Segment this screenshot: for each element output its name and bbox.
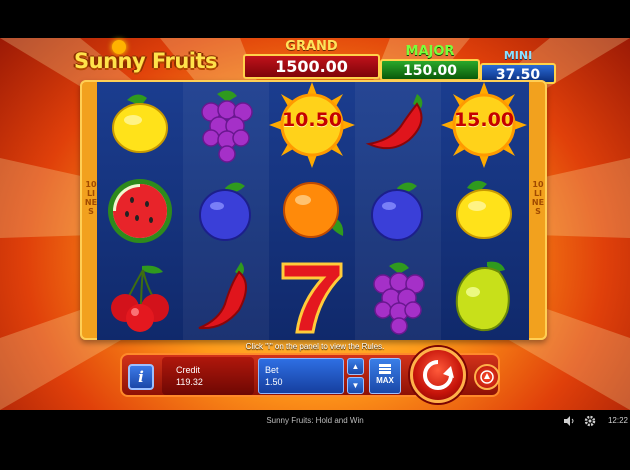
spin-arrow-icon <box>423 360 454 390</box>
autoplay-icon <box>480 370 494 384</box>
clock: 12:22 <box>607 416 628 425</box>
pear-icon <box>455 261 510 332</box>
watermelon-symbol <box>97 168 183 254</box>
lines-indicator-left: 10 LINES <box>84 180 98 216</box>
orange-symbol <box>269 168 355 254</box>
credit-value: 119.32 <box>176 377 203 387</box>
major-jackpot-label: MAJOR <box>405 44 455 59</box>
orange-icon <box>283 182 344 238</box>
logo-text: Sunny Fruits <box>74 49 218 73</box>
bet-decrease-button[interactable]: ▼ <box>347 377 364 394</box>
major-jackpot-value: 150.00 <box>380 59 480 81</box>
coins-icon <box>379 364 391 374</box>
reels-area: 10.50 15.00 <box>97 82 529 340</box>
plum-icon <box>199 182 251 241</box>
plum-icon <box>371 182 423 241</box>
chili-pepper-icon <box>198 262 247 330</box>
cherries-symbol <box>97 254 183 340</box>
bet-increase-button[interactable]: ▲ <box>347 358 364 375</box>
spin-button[interactable] <box>410 347 466 403</box>
lines-indicator-left-text: 10 LINES <box>84 180 98 216</box>
credit-label: Credit <box>176 365 201 375</box>
gear-icon[interactable] <box>584 415 596 427</box>
speaker-icon[interactable] <box>563 415 575 427</box>
triangle-down-icon: ▼ <box>351 381 360 390</box>
credit-display: Credit 119.32 <box>162 357 254 395</box>
top-letterbox <box>0 0 630 38</box>
max-bet-button[interactable]: MAX <box>369 358 401 394</box>
lines-indicator-right: 10 LINES <box>531 180 545 216</box>
lemon-symbol <box>441 168 527 254</box>
rules-hint-text: Click "i" on the panel to view the Rules… <box>245 342 385 351</box>
sun-bonus-symbol: 10.50 <box>269 82 355 168</box>
game-logo: Sunny Fruits <box>74 40 240 79</box>
cherries-icon <box>111 265 169 332</box>
seven-symbol <box>269 254 355 340</box>
grapes-symbol <box>355 254 441 340</box>
pear-symbol <box>441 254 527 340</box>
sun-bonus-value: 10.50 <box>281 109 343 131</box>
grand-jackpot-value: 1500.00 <box>243 54 380 79</box>
mini-jackpot-label: MINI <box>503 49 533 62</box>
lines-indicator-right-text: 10 LINES <box>531 180 545 216</box>
grapes-icon <box>201 90 253 163</box>
mini-jackpot: MINI 37.50 <box>480 49 556 84</box>
bet-value: 1.50 <box>265 377 283 387</box>
triangle-up-icon: ▲ <box>351 362 360 371</box>
lemon-icon <box>112 94 168 153</box>
chili-pepper-symbol <box>355 82 441 168</box>
chili-pepper-symbol <box>183 254 269 340</box>
lemon-symbol <box>97 82 183 168</box>
sun-bonus-value: 15.00 <box>453 109 515 131</box>
game-title: Sunny Fruits: Hold and Win <box>266 416 364 425</box>
max-bet-label: MAX <box>376 376 394 385</box>
plum-symbol <box>355 168 441 254</box>
autoplay-button[interactable] <box>474 364 500 390</box>
plum-symbol <box>183 168 269 254</box>
bet-label: Bet <box>265 365 279 375</box>
game-screen: Sunny Fruits GRAND 1500.00 MAJOR 150.00 … <box>0 0 630 470</box>
grand-jackpot-label: GRAND <box>285 39 338 54</box>
sun-bonus-symbol: 15.00 <box>441 82 527 168</box>
grapes-symbol <box>183 82 269 168</box>
chili-pepper-icon <box>365 94 423 150</box>
seven-icon <box>281 262 343 334</box>
grapes-icon <box>373 262 425 335</box>
info-button[interactable]: i <box>128 364 154 390</box>
bet-display: Bet 1.50 <box>258 358 344 394</box>
major-jackpot: MAJOR 150.00 <box>380 45 480 81</box>
watermelon-icon <box>108 179 172 243</box>
lemon-icon <box>456 180 512 239</box>
grand-jackpot: GRAND 1500.00 <box>243 40 380 79</box>
